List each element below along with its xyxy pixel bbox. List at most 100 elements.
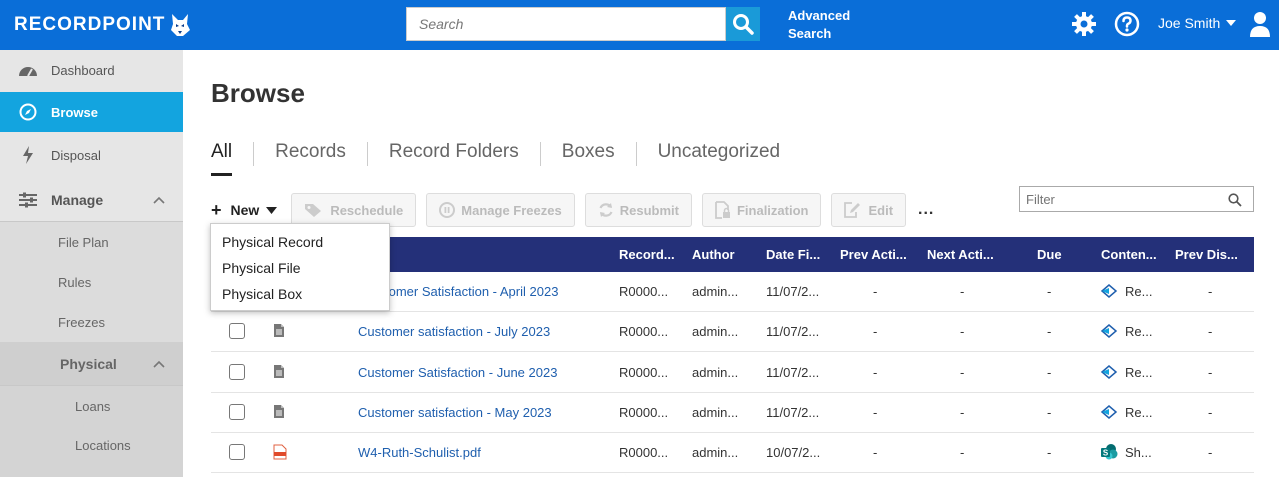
due: -	[1047, 365, 1052, 380]
date-filed: 11/07/2...	[766, 405, 820, 420]
chevron-up-icon[interactable]	[153, 196, 165, 204]
record-title-link[interactable]: tomer Satisfaction - April 2023	[385, 284, 558, 299]
tab-record-folders[interactable]: Record Folders	[389, 138, 519, 173]
sidebar-item-label: Loans	[75, 398, 111, 414]
user-avatar-icon[interactable]	[1250, 11, 1270, 37]
gear-icon[interactable]	[1071, 11, 1097, 37]
tab-separator	[253, 142, 255, 166]
recordpoint-source-icon	[1100, 365, 1118, 379]
sidebar-item-loans[interactable]: Loans	[0, 386, 183, 426]
advanced-search-link[interactable]: Advanced Search	[788, 7, 850, 43]
new-button[interactable]: + New	[211, 199, 278, 221]
column-header-due[interactable]: Due	[1037, 247, 1062, 262]
record-title-link[interactable]: W4-Ruth-Schulist.pdf	[358, 445, 481, 460]
tab-uncategorized[interactable]: Uncategorized	[658, 138, 781, 173]
table-row[interactable]: Customer Satisfaction - June 2023 R0000..…	[211, 353, 1254, 393]
row-checkbox[interactable]	[229, 404, 245, 420]
user-menu[interactable]: Joe Smith	[1158, 15, 1237, 31]
compass-icon	[19, 103, 36, 121]
table-row[interactable]: W4-Ruth-Schulist.pdf R0000... admin... 10/0…	[211, 433, 1254, 473]
dashboard-icon	[18, 67, 37, 77]
finalization-button[interactable]: Finalization	[701, 193, 822, 227]
sharepoint-source-icon: S	[1101, 444, 1118, 460]
row-checkbox[interactable]	[229, 323, 245, 339]
column-header-prev-disposal[interactable]: Prev Dis...	[1175, 247, 1238, 262]
brand-logo[interactable]: RECORDPOINT	[14, 12, 191, 38]
content-source: Re...	[1125, 324, 1153, 339]
record-title-link[interactable]: Customer Satisfaction - June 2023	[358, 365, 557, 380]
column-header-record[interactable]: Record...	[619, 247, 675, 262]
row-checkbox[interactable]	[229, 364, 245, 380]
menu-item-physical-file[interactable]: Physical File	[211, 255, 389, 281]
table-row[interactable]: Customer satisfaction - May 2023 R0000...…	[211, 393, 1254, 433]
menu-item-physical-record[interactable]: Physical Record	[211, 229, 389, 255]
sidebar-item-file-plan[interactable]: File Plan	[0, 222, 183, 262]
top-bar: RECORDPOINT Advanced Search	[0, 0, 1279, 50]
caret-down-icon	[266, 206, 278, 214]
recordpoint-source-icon	[1100, 324, 1118, 338]
column-header-content-source[interactable]: Conten...	[1101, 247, 1157, 262]
tab-boxes[interactable]: Boxes	[562, 138, 615, 173]
sidebar-item-rules[interactable]: Rules	[0, 262, 183, 302]
more-actions-button[interactable]: ...	[918, 201, 934, 219]
dog-mascot-icon	[171, 14, 191, 36]
column-header-prev-action[interactable]: Prev Acti...	[840, 247, 907, 262]
chevron-up-icon[interactable]	[153, 360, 165, 368]
column-header-author[interactable]: Author	[692, 247, 735, 262]
filter-input[interactable]	[1019, 186, 1254, 212]
next-action: -	[960, 284, 965, 299]
edit-button[interactable]: Edit	[831, 193, 907, 227]
content-source: Re...	[1125, 284, 1153, 299]
content-source-icon-wrap	[1100, 323, 1118, 342]
record-title-link[interactable]: Customer satisfaction - May 2023	[358, 405, 552, 420]
next-action: -	[960, 405, 965, 420]
column-header-date-filed[interactable]: Date Fi...	[766, 247, 820, 262]
advanced-search-line1: Advanced	[788, 8, 851, 23]
sidebar-item-disposal[interactable]: Disposal	[0, 135, 183, 175]
record-number: R0000...	[619, 405, 669, 420]
tab-separator	[539, 142, 541, 166]
sidebar-item-label: File Plan	[58, 234, 109, 250]
author: admin...	[692, 405, 739, 420]
sidebar-item-physical[interactable]: Physical	[0, 342, 183, 386]
sidebar-item-browse[interactable]: Browse	[0, 92, 183, 132]
pdf-file-icon	[273, 444, 287, 460]
prev-action: -	[873, 324, 878, 339]
record-number: R0000...	[619, 365, 669, 380]
plus-icon: +	[211, 199, 222, 220]
manage-freezes-button[interactable]: Manage Freezes	[426, 193, 575, 227]
refresh-icon	[599, 203, 613, 217]
search-icon[interactable]	[1228, 193, 1242, 207]
row-checkbox[interactable]	[229, 444, 245, 460]
search-button[interactable]	[726, 7, 760, 41]
lightning-icon	[22, 146, 33, 164]
content-source-icon-wrap	[1100, 283, 1118, 302]
prev-disposal: -	[1208, 445, 1213, 460]
date-filed: 11/07/2...	[766, 324, 820, 339]
prev-disposal: -	[1208, 405, 1213, 420]
sidebar-item-freezes[interactable]: Freezes	[0, 302, 183, 342]
menu-item-physical-box[interactable]: Physical Box	[211, 281, 389, 307]
tab-bar: All Records Record Folders Boxes Uncateg…	[211, 138, 780, 176]
table-row[interactable]: Customer satisfaction - July 2023 R0000..…	[211, 312, 1254, 352]
help-icon[interactable]	[1114, 11, 1140, 37]
sidebar-item-dashboard[interactable]: Dashboard	[0, 50, 183, 90]
content-source: Re...	[1125, 405, 1153, 420]
author: admin...	[692, 365, 739, 380]
tab-all[interactable]: All	[211, 138, 233, 176]
record-title-link[interactable]: Customer satisfaction - July 2023	[358, 324, 550, 339]
reschedule-button[interactable]: Reschedule	[291, 193, 417, 227]
sidebar-item-locations[interactable]: Locations	[0, 426, 183, 477]
pause-circle-icon	[439, 202, 456, 218]
button-label: Finalization	[736, 202, 809, 218]
sidebar-item-manage[interactable]: Manage	[0, 180, 183, 220]
next-action: -	[960, 324, 965, 339]
prev-action: -	[873, 405, 878, 420]
column-header-next-action[interactable]: Next Acti...	[927, 247, 994, 262]
tab-records[interactable]: Records	[275, 138, 346, 173]
page-title: Browse	[211, 78, 305, 108]
author: admin...	[692, 324, 739, 339]
sidebar-item-label: Dashboard	[51, 62, 115, 78]
resubmit-button[interactable]: Resubmit	[584, 193, 692, 227]
search-input[interactable]	[406, 7, 726, 41]
